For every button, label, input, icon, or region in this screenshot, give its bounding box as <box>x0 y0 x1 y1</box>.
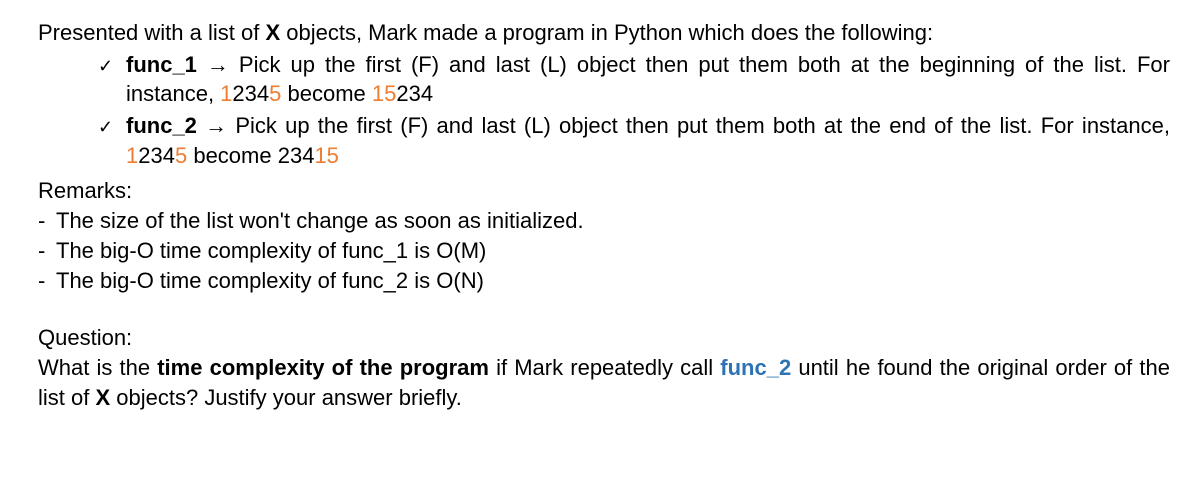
q-part2: if Mark repeatedly call <box>489 355 720 380</box>
func2-desc: Pick up the first (F) and last (L) objec… <box>235 113 1170 138</box>
intro-paragraph: Presented with a list of X objects, Mark… <box>38 18 1170 48</box>
func1-ex2-b: 234 <box>396 81 433 106</box>
func1-ex1-c: 5 <box>269 81 281 106</box>
remarks-header: Remarks: <box>38 176 1170 206</box>
func2-ex1-c: 5 <box>175 143 187 168</box>
dash-icon: - <box>38 266 56 296</box>
q-part4: objects? Justify your answer briefly. <box>110 385 462 410</box>
func1-ex1-b: 234 <box>232 81 269 106</box>
func2-ex1-b: 234 <box>138 143 175 168</box>
remark-item: - The big-O time complexity of func_1 is… <box>38 236 1170 266</box>
check-icon: ✓ <box>98 50 126 78</box>
func2-ex2-b: 15 <box>314 143 338 168</box>
dash-icon: - <box>38 236 56 266</box>
func2-ex2-a: 234 <box>278 143 315 168</box>
func1-item: ✓ func_1 → Pick up the first (F) and las… <box>98 50 1170 109</box>
remark-text: The big-O time complexity of func_1 is O… <box>56 236 486 266</box>
question-header: Question: <box>38 323 1170 353</box>
intro-text-1: Presented with a list of <box>38 20 265 45</box>
func2-item: ✓ func_2 → Pick up the first (F) and las… <box>98 111 1170 170</box>
remark-item: - The big-O time complexity of func_2 is… <box>38 266 1170 296</box>
question-body: What is the time complexity of the progr… <box>38 353 1170 412</box>
check-icon: ✓ <box>98 111 126 139</box>
arrow-icon: → <box>197 52 239 77</box>
q-part1: What is the <box>38 355 157 380</box>
remark-text: The big-O time complexity of func_2 is O… <box>56 266 484 296</box>
func1-name: func_1 <box>126 52 197 77</box>
function-list: ✓ func_1 → Pick up the first (F) and las… <box>98 50 1170 171</box>
func1-body: func_1 → Pick up the first (F) and last … <box>126 50 1170 109</box>
func1-ex2-a: 15 <box>372 81 396 106</box>
arrow-icon: → <box>197 113 235 138</box>
intro-text-2: objects, Mark made a program in Python w… <box>280 20 933 45</box>
remark-item: - The size of the list won't change as s… <box>38 206 1170 236</box>
func1-ex1-a: 1 <box>220 81 232 106</box>
remark-text: The size of the list won't change as soo… <box>56 206 584 236</box>
remarks-list: - The size of the list won't change as s… <box>38 206 1170 295</box>
intro-bold-x: X <box>265 20 280 45</box>
func2-body: func_2 → Pick up the first (F) and last … <box>126 111 1170 170</box>
q-bold1: time complexity of the program <box>157 355 489 380</box>
func2-name: func_2 <box>126 113 197 138</box>
dash-icon: - <box>38 206 56 236</box>
func2-ex1-a: 1 <box>126 143 138 168</box>
func2-become: become <box>187 143 278 168</box>
q-boldX: X <box>95 385 110 410</box>
func1-become: become <box>281 81 372 106</box>
q-func: func_2 <box>720 355 791 380</box>
